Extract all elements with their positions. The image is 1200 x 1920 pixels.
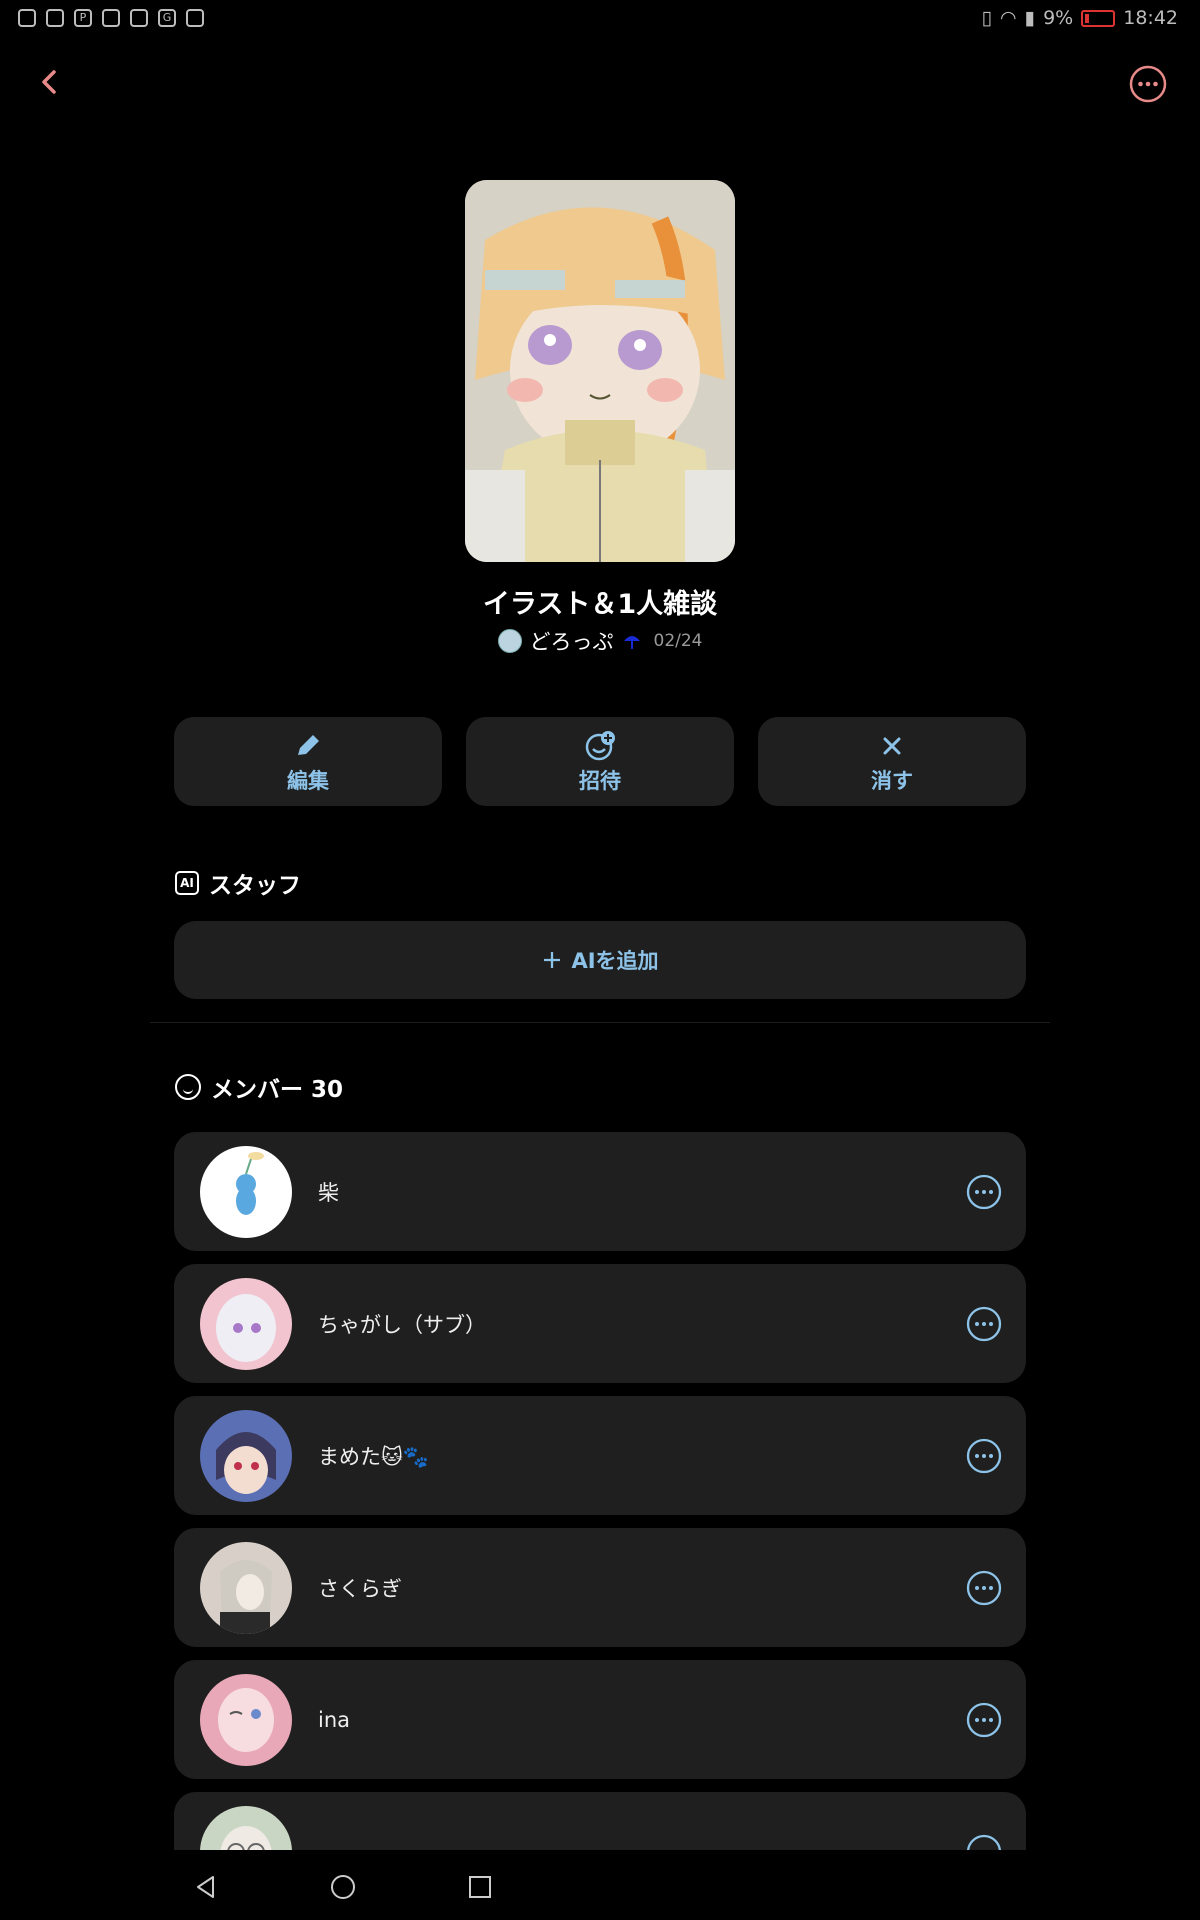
member-name: さくらぎ — [318, 1576, 402, 1601]
member-menu-icon[interactable] — [966, 1702, 1002, 1738]
member-menu-icon[interactable] — [966, 1174, 1002, 1210]
member-name: ina — [318, 1707, 351, 1732]
member-name: 柴 — [318, 1180, 339, 1205]
notification-app-icon — [130, 9, 148, 27]
member-avatar[interactable] — [200, 1277, 292, 1370]
close-icon — [883, 737, 901, 754]
add-ai-label: AIを追加 — [571, 949, 659, 973]
add-ai-button[interactable]: AIを追加 — [174, 921, 1026, 999]
room-cover-image — [465, 180, 735, 562]
nav-home-icon[interactable] — [330, 1874, 356, 1900]
staff-section-header: AI スタッフ — [175, 866, 301, 900]
member-avatar[interactable] — [200, 1541, 292, 1634]
status-bar: P G ▯ ◠ ▮ 9% 18:42 — [0, 0, 1200, 36]
members-title: メンバー 30 — [211, 1077, 344, 1103]
notification-app-icon — [46, 9, 64, 27]
member-row[interactable]: さくらぎ — [174, 1528, 1026, 1647]
more-options-icon[interactable] — [1128, 64, 1168, 104]
invite-button[interactable]: 招待 — [466, 717, 734, 806]
edit-label: 編集 — [287, 768, 329, 793]
battery-percent: 9% — [1043, 7, 1074, 29]
umbrella-icon — [623, 636, 640, 649]
room-title: イラスト＆1人雑談 — [482, 589, 718, 620]
smile-icon — [175, 1074, 201, 1100]
signal-icon: ▮ — [1024, 7, 1036, 29]
edit-button[interactable]: 編集 — [174, 717, 442, 806]
member-row[interactable]: 柴 — [174, 1132, 1026, 1251]
back-icon[interactable] — [30, 62, 70, 102]
member-menu-icon[interactable] — [966, 1306, 1002, 1342]
battery-icon — [1081, 9, 1116, 27]
member-menu-icon[interactable] — [966, 1834, 1002, 1851]
member-name: ちゃがし（サブ） — [318, 1312, 486, 1337]
members-section-header: メンバー 30 — [175, 1070, 343, 1104]
google-icon: G — [158, 9, 176, 27]
wifi-icon: ◠ — [1000, 7, 1017, 29]
ai-badge-icon: AI — [175, 871, 199, 895]
member-menu-icon[interactable] — [966, 1570, 1002, 1606]
member-avatar[interactable] — [200, 1409, 292, 1502]
nav-back-icon[interactable] — [193, 1874, 219, 1900]
notification-app-icon: P — [74, 9, 92, 27]
system-nav-bar — [0, 1850, 1200, 1920]
member-menu-icon[interactable] — [966, 1438, 1002, 1474]
notification-app-icon — [186, 9, 204, 27]
member-row[interactable]: ちゃがし（サブ） — [174, 1264, 1026, 1383]
plus-icon — [544, 952, 561, 968]
member-avatar[interactable] — [200, 1805, 292, 1850]
member-avatar[interactable] — [200, 1673, 292, 1766]
delete-label: 消す — [871, 768, 913, 793]
nav-recents-icon[interactable] — [468, 1875, 492, 1899]
notification-app-icon — [102, 9, 120, 27]
room-date: 02/24 — [653, 631, 703, 651]
staff-title: スタッフ — [209, 873, 301, 899]
member-list: 柴 ちゃがし（サブ） まめた🐱🐾 さくらぎ ina — [174, 1132, 1026, 1850]
room-meta: どろっぷ 02/24 — [0, 626, 1200, 656]
member-row[interactable]: ina — [174, 1660, 1026, 1779]
notification-app-icon — [18, 9, 36, 27]
vibrate-icon: ▯ — [981, 7, 993, 29]
notification-icons: P G — [18, 9, 204, 27]
delete-button[interactable]: 消す — [758, 717, 1026, 806]
member-name: まめた🐱🐾 — [318, 1444, 430, 1469]
host-name[interactable]: どろっぷ — [530, 626, 614, 656]
host-avatar[interactable] — [497, 629, 522, 653]
add-smile-icon — [585, 730, 615, 760]
section-divider — [150, 1022, 1050, 1023]
member-row[interactable]: まめた🐱🐾 — [174, 1396, 1026, 1515]
clock: 18:42 — [1123, 7, 1178, 29]
invite-label: 招待 — [579, 768, 621, 793]
member-row[interactable] — [174, 1792, 1026, 1850]
member-avatar[interactable] — [200, 1145, 292, 1238]
pencil-icon — [298, 734, 319, 755]
room-actions: 編集 招待 消す — [174, 717, 1026, 806]
